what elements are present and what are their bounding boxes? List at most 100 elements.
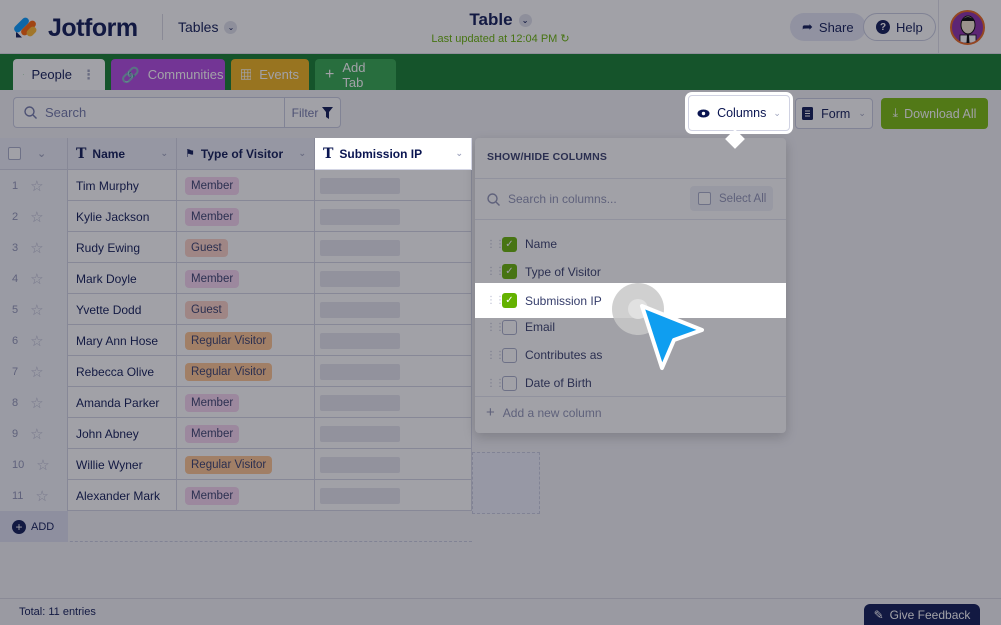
- name-cell[interactable]: John Abney: [68, 418, 177, 449]
- table-row[interactable]: 8 ☆ Amanda Parker Member: [0, 387, 472, 418]
- column-search-input[interactable]: Search in columns...: [487, 186, 617, 212]
- star-icon[interactable]: ☆: [30, 208, 43, 226]
- type-cell[interactable]: Member: [177, 263, 315, 294]
- type-cell[interactable]: Member: [177, 418, 315, 449]
- type-cell[interactable]: Member: [177, 387, 315, 418]
- submission-ip-cell[interactable]: [315, 480, 472, 511]
- drag-handle-icon[interactable]: ⋮⋮: [486, 266, 505, 277]
- submission-ip-cell[interactable]: [315, 387, 472, 418]
- column-header-submission-ip[interactable]: T Submission IP ⌄: [315, 138, 472, 170]
- select-all-checkbox[interactable]: [8, 147, 21, 160]
- star-icon[interactable]: ☆: [30, 363, 43, 381]
- star-icon[interactable]: ☆: [30, 332, 43, 350]
- name-cell[interactable]: Yvette Dodd: [68, 294, 177, 325]
- chevron-down-icon[interactable]: ⌄: [160, 148, 168, 159]
- submission-ip-cell[interactable]: [315, 449, 472, 480]
- submission-ip-cell[interactable]: [315, 232, 472, 263]
- checkbox-unchecked[interactable]: [502, 319, 517, 335]
- column-header-type-of-visitor[interactable]: ⚑ Type of Visitor ⌄: [177, 138, 315, 170]
- table-row[interactable]: 5 ☆ Yvette Dodd Guest: [0, 294, 472, 325]
- table-row[interactable]: 4 ☆ Mark Doyle Member: [0, 263, 472, 294]
- name-cell[interactable]: Mark Doyle: [68, 263, 177, 294]
- page-title[interactable]: Table ⌄: [469, 10, 532, 30]
- table-row[interactable]: 9 ☆ John Abney Member: [0, 418, 472, 449]
- name-cell[interactable]: Kylie Jackson: [68, 201, 177, 232]
- star-icon[interactable]: ☆: [36, 456, 49, 474]
- chevron-down-icon[interactable]: ⌄: [455, 148, 463, 159]
- submission-ip-cell[interactable]: [315, 325, 472, 356]
- add-new-column-button[interactable]: + Add a new column: [486, 404, 602, 421]
- submission-ip-cell[interactable]: [315, 263, 472, 294]
- table-row[interactable]: 6 ☆ Mary Ann Hose Regular Visitor: [0, 325, 472, 356]
- drag-handle-icon[interactable]: ⋮⋮: [486, 322, 505, 333]
- form-button[interactable]: Form ⌄: [795, 98, 873, 129]
- name-cell[interactable]: Rudy Ewing: [68, 232, 177, 263]
- select-all-checkbox[interactable]: [698, 192, 711, 205]
- star-icon[interactable]: ☆: [30, 394, 43, 412]
- star-icon[interactable]: ☆: [35, 487, 48, 505]
- user-avatar[interactable]: [950, 10, 985, 45]
- star-icon[interactable]: ☆: [30, 301, 43, 319]
- type-cell[interactable]: Regular Visitor: [177, 449, 315, 480]
- tab-communities[interactable]: 🔗 Communities: [111, 59, 225, 90]
- drag-handle-icon[interactable]: ⋮⋮: [486, 239, 505, 250]
- name-cell[interactable]: Amanda Parker: [68, 387, 177, 418]
- star-icon[interactable]: ☆: [30, 270, 43, 288]
- table-row[interactable]: 1 ☆ Tim Murphy Member: [0, 170, 472, 201]
- type-cell[interactable]: Guest: [177, 294, 315, 325]
- type-cell[interactable]: Regular Visitor: [177, 325, 315, 356]
- filter-button[interactable]: Filter: [284, 97, 341, 128]
- name-cell[interactable]: Alexander Mark: [68, 480, 177, 511]
- column-item[interactable]: ⋮⋮ ✓ Name: [475, 230, 786, 258]
- name-cell[interactable]: Mary Ann Hose: [68, 325, 177, 356]
- name-cell[interactable]: Rebecca Olive: [68, 356, 177, 387]
- checkbox-checked[interactable]: ✓: [502, 236, 517, 252]
- give-feedback-button[interactable]: ✎ Give Feedback: [864, 604, 980, 625]
- chevron-down-icon[interactable]: ⌄: [298, 148, 306, 159]
- share-button[interactable]: ➦ Share: [790, 13, 866, 41]
- submission-ip-cell[interactable]: [315, 294, 472, 325]
- tab-people[interactable]: People ⋮: [13, 59, 105, 90]
- add-tab-button[interactable]: + Add Tab: [315, 59, 396, 90]
- checkbox-unchecked[interactable]: [502, 347, 517, 363]
- select-all-columns[interactable]: Select All: [690, 186, 773, 211]
- drag-handle-icon[interactable]: ⋮⋮: [486, 350, 505, 361]
- star-icon[interactable]: ☆: [30, 239, 43, 257]
- type-cell[interactable]: Member: [177, 201, 315, 232]
- submission-ip-cell[interactable]: [315, 170, 472, 201]
- table-row[interactable]: 11 ☆ Alexander Mark Member: [0, 480, 472, 511]
- drag-handle-icon[interactable]: ⋮⋮: [486, 295, 505, 306]
- chevron-down-icon[interactable]: ⌄: [37, 147, 46, 160]
- column-item[interactable]: ⋮⋮ Contributes as: [475, 341, 786, 369]
- table-row[interactable]: 3 ☆ Rudy Ewing Guest: [0, 232, 472, 263]
- drag-handle-icon[interactable]: ⋮⋮: [486, 378, 505, 389]
- search-input[interactable]: Search: [13, 97, 284, 128]
- type-cell[interactable]: Member: [177, 170, 315, 201]
- type-cell[interactable]: Guest: [177, 232, 315, 263]
- refresh-icon[interactable]: ↻: [560, 33, 569, 45]
- table-row[interactable]: 2 ☆ Kylie Jackson Member: [0, 201, 472, 232]
- tab-events[interactable]: Events: [231, 59, 309, 90]
- add-row-button[interactable]: + ADD: [0, 511, 68, 542]
- table-row[interactable]: 7 ☆ Rebecca Olive Regular Visitor: [0, 356, 472, 387]
- help-button[interactable]: ? Help: [863, 13, 936, 41]
- star-icon[interactable]: ☆: [30, 425, 43, 443]
- submission-ip-cell[interactable]: [315, 356, 472, 387]
- submission-ip-cell[interactable]: [315, 418, 472, 449]
- select-all-header[interactable]: ⌄: [0, 138, 68, 170]
- checkbox-unchecked[interactable]: [502, 375, 517, 391]
- type-cell[interactable]: Member: [177, 480, 315, 511]
- submission-ip-cell[interactable]: [315, 201, 472, 232]
- star-icon[interactable]: ☆: [30, 177, 43, 195]
- column-header-name[interactable]: T Name ⌄: [68, 138, 177, 170]
- checkbox-checked[interactable]: ✓: [502, 293, 517, 308]
- table-row[interactable]: 10 ☆ Willie Wyner Regular Visitor: [0, 449, 472, 480]
- type-cell[interactable]: Regular Visitor: [177, 356, 315, 387]
- column-item[interactable]: ⋮⋮ ✓ Type of Visitor: [475, 258, 786, 286]
- name-cell[interactable]: Willie Wyner: [68, 449, 177, 480]
- name-cell[interactable]: Tim Murphy: [68, 170, 177, 201]
- download-all-button[interactable]: ⤓ Download All: [881, 98, 988, 129]
- columns-button[interactable]: Columns ⌄: [688, 95, 790, 131]
- checkbox-checked[interactable]: ✓: [502, 264, 517, 280]
- column-item[interactable]: ⋮⋮ Date of Birth: [475, 369, 786, 397]
